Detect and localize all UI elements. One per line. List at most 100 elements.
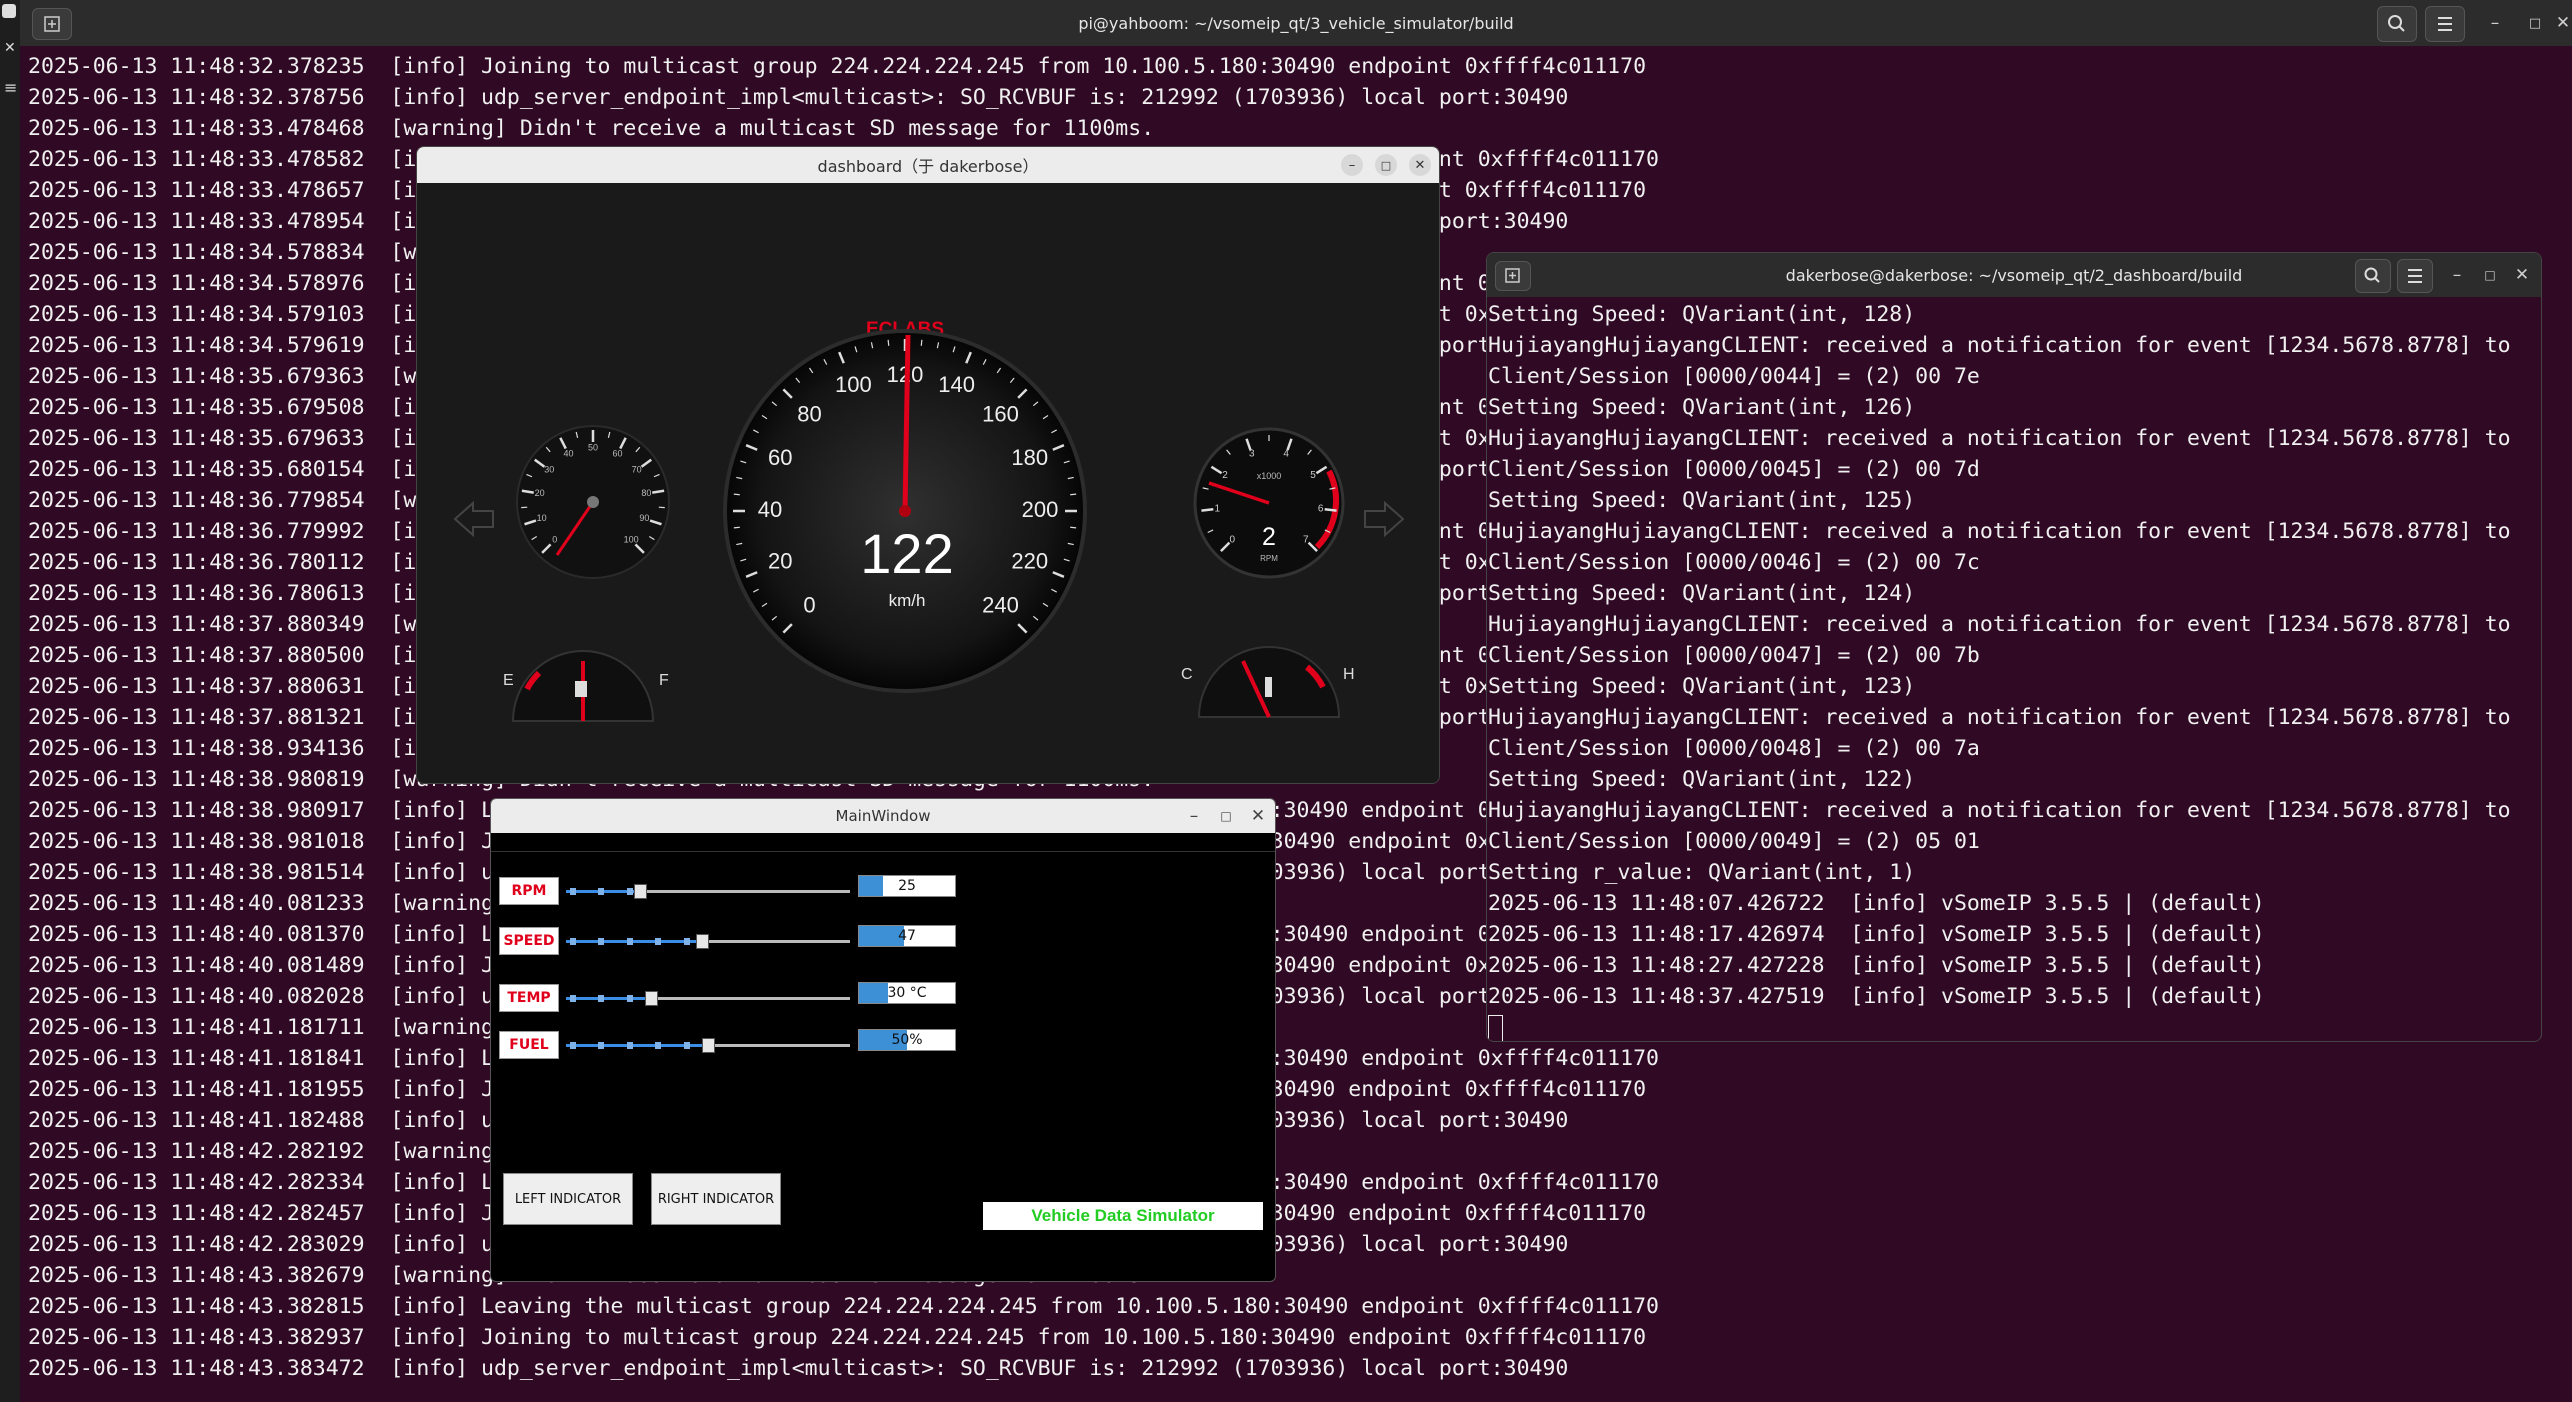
dock-app-icon[interactable] [2,4,16,18]
search-button[interactable] [2377,6,2417,42]
menu-icon[interactable]: ≡ [4,78,17,97]
progress-text: 30 °C [887,985,927,1001]
maximize-button[interactable]: □ [2520,0,2550,46]
slider-tick [683,938,690,945]
terminal-line: Setting Speed: QVariant(int, 126) [1488,395,1916,420]
right-indicator-button[interactable]: RIGHT INDICATOR [651,1173,781,1225]
terminal-titlebar: dakerbose@dakerbose: ~/vsomeip_qt/2_dash… [1487,253,2541,297]
terminal-line: 2025-06-13 11:48:43.382815 [info] Leavin… [28,1294,1659,1319]
slider-handle[interactable] [633,884,647,899]
hamburger-icon [2438,17,2452,31]
gauge-tick-label: 2 [1222,470,1228,481]
close-button[interactable]: ✕ [2552,0,2572,46]
minimize-button[interactable]: – [1341,154,1363,176]
maximize-button[interactable]: □ [1375,154,1397,176]
new-tab-button[interactable] [32,8,72,40]
gauge-tick-label: 220 [1011,548,1048,573]
slider-handle[interactable] [645,991,659,1006]
small-gauge: 0 10 20 30 40 50 60 70 80 90 100 [516,425,670,579]
terminal-line: 2025-06-13 11:48:41.182488 [info] udp_se… [28,1108,1569,1133]
progress-text: 50% [891,1032,923,1048]
gauge-tick-label: 3 [1249,449,1255,460]
terminal-line: Setting r_value: QVariant(int, 1) [1488,860,1916,885]
slider-tick [598,1042,605,1049]
gauge-tick-label: 240 [982,592,1019,617]
dashboard-canvas: ECLABS 122 km/h 020406080100120140160180… [417,183,1439,783]
gauge-tick-label: 0 [803,592,815,617]
speed-value: 122 [860,522,953,585]
speed-unit: km/h [889,591,926,610]
terminal-line: HujiayangHujiayangCLIENT: received a not… [1488,426,2511,451]
gauge-tick-label: 4 [1283,449,1289,460]
minimize-button[interactable]: – [2480,0,2510,46]
gauge-tick [1070,493,1077,496]
minimize-button[interactable]: – [2444,253,2470,297]
minimize-button[interactable]: – [1181,799,1207,833]
gauge-tick-label: 40 [563,448,573,458]
terminal-line: 2025-06-13 11:48:33.478468 [warning] Did… [28,116,1155,141]
search-icon [2364,267,2380,283]
terminal-line: HujiayangHujiayangCLIENT: received a not… [1488,705,2511,730]
slider-temp[interactable] [566,991,850,1006]
terminal-line: 2025-06-13 11:48:43.382679 [warning] Did… [28,1263,1154,1288]
slider-tick [655,1042,662,1049]
gauge-tick-label: 70 [632,465,642,475]
close-button[interactable]: ✕ [1245,799,1271,833]
thermometer-icon [1265,677,1272,697]
gauge-tick [887,339,890,346]
hamburger-menu-button[interactable] [2397,259,2433,293]
slider-tick [626,938,633,945]
terminal-line: 2025-06-13 11:48:41.181955 [info] Joinin… [28,1077,1647,1102]
search-button[interactable] [2355,259,2391,293]
slider-tick [598,995,605,1002]
close-icon[interactable]: ✕ [4,40,16,56]
terminal-title: dakerbose@dakerbose: ~/vsomeip_qt/2_dash… [1785,265,2243,285]
temp-hot-label: H [1343,666,1355,683]
terminal-line: HujiayangHujiayangCLIENT: received a not… [1488,612,2511,637]
terminal-title: pi@yahboom: ~/vsomeip_qt/3_vehicle_simul… [1078,13,1514,33]
terminal-line: Client/Session [0000/0046] = (2) 00 7c [1488,550,1980,575]
dock-sidebar: ✕ ≡ [0,0,20,1402]
progress-speed: 47 [858,925,956,947]
gauge-tick-label: 140 [938,372,975,397]
slider-rpm[interactable] [566,884,850,899]
terminal-output[interactable]: Setting Speed: QVariant(int, 128) Hujiaya… [1488,299,2541,1041]
gauge-tick [920,339,923,346]
close-button[interactable]: ✕ [1409,154,1431,176]
gauge-tick-label: 60 [768,445,792,470]
maximize-button[interactable]: □ [2477,253,2503,297]
gauge-tick-label: 50 [588,442,598,452]
slider-tick [683,1042,690,1049]
terminal-cursor [1488,1015,1503,1041]
progress-text: 47 [898,928,916,944]
terminal-line: 2025-06-13 11:48:43.383472 [info] udp_se… [28,1356,1569,1381]
close-button[interactable]: ✕ [2509,253,2535,297]
gauge-tick-label: 0 [552,535,557,545]
gauge-tick [1201,508,1214,512]
slider-tick [626,888,633,895]
slider-fuel[interactable] [566,1038,850,1053]
dashboard-terminal-window: dakerbose@dakerbose: ~/vsomeip_qt/2_dash… [1486,252,2542,1042]
terminal-line: Client/Session [0000/0048] = (2) 00 7a [1488,736,1980,761]
gauge-tick [733,526,740,529]
slider-handle[interactable] [696,934,710,949]
left-indicator-button[interactable]: LEFT INDICATOR [503,1173,633,1225]
terminal-line: 2025-06-13 11:48:17.426974 [info] vSomeI… [1488,922,2265,947]
terminal-line: Client/Session [0000/0044] = (2) 00 7e [1488,364,1980,389]
needle-cap [587,496,599,508]
new-tab-button[interactable] [1495,261,1531,291]
maximize-button[interactable]: □ [1213,799,1239,833]
slider-speed[interactable] [566,934,850,949]
gauge-tick-label: 7 [1303,534,1309,545]
hamburger-menu-button[interactable] [2425,6,2465,42]
terminal-line: 2025-06-13 11:48:32.378756 [info] udp_se… [28,85,1569,110]
mainwindow-title: MainWindow [835,807,931,825]
dashboard-title: dashboard（于 dakerbose） [817,157,1039,176]
left-arrow-icon [453,500,494,538]
slider-handle[interactable] [702,1038,715,1053]
gauge-tick-label: 1 [1215,503,1221,514]
gauge-tick [1324,508,1337,512]
hamburger-icon [2408,269,2422,283]
fuel-gauge: E F [503,650,669,722]
slider-fill [566,940,703,943]
